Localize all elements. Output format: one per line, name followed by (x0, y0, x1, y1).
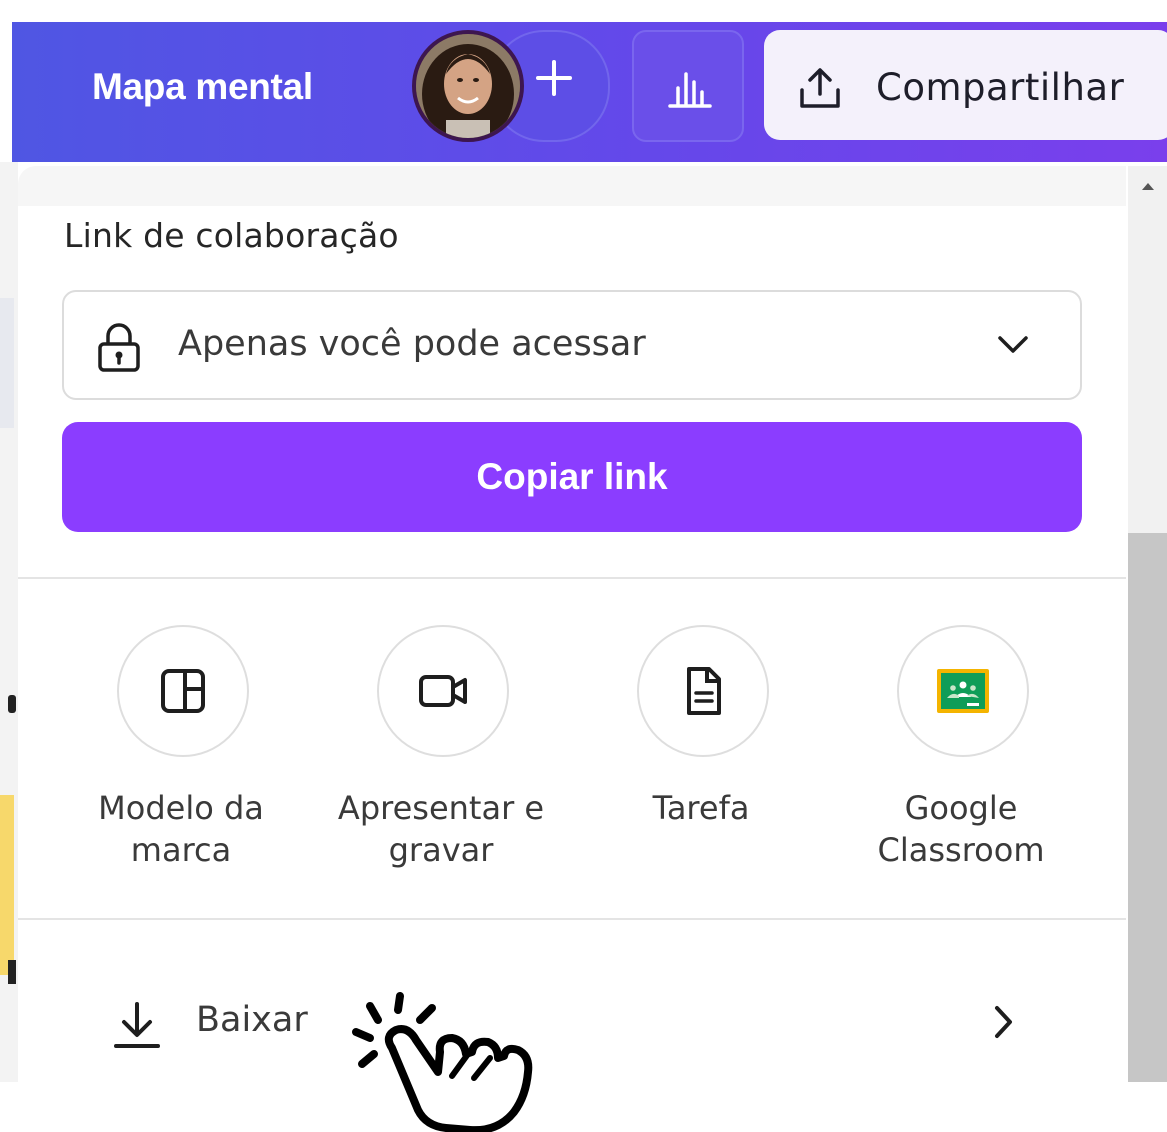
lock-icon (98, 323, 140, 372)
canvas-edge-element (8, 960, 16, 984)
canvas-edge-element (0, 298, 14, 428)
google-classroom-icon (937, 669, 989, 713)
plus-icon (536, 60, 572, 96)
collaboration-link-title: Link de colaboração (64, 216, 399, 255)
brand-template-icon (161, 669, 205, 713)
download-icon (114, 1002, 160, 1048)
canvas-edge-element (8, 695, 16, 713)
section-divider (18, 918, 1126, 920)
upload-share-icon (800, 68, 840, 108)
share-option-label: Google Classroom (877, 789, 1045, 869)
share-option-circle[interactable] (637, 625, 769, 757)
canvas-edge-element (0, 795, 14, 975)
link-access-value: Apenas você pode acessar (178, 324, 646, 364)
bar-chart-icon (668, 72, 712, 108)
user-avatar[interactable] (412, 30, 524, 142)
download-row[interactable]: Baixar (18, 980, 1126, 1064)
share-option-circle[interactable] (117, 625, 249, 757)
share-button[interactable]: Compartilhar (764, 30, 1167, 140)
link-access-select[interactable]: Apenas você pode acessar (62, 290, 1082, 400)
share-option-circle[interactable] (377, 625, 509, 757)
share-option-label: Modelo da marca (98, 789, 264, 869)
scroll-up-arrow-icon[interactable] (1140, 180, 1156, 192)
panel-scrollbar-thumb[interactable] (1128, 533, 1167, 1082)
section-divider (18, 577, 1126, 579)
download-label: Baixar (196, 1000, 308, 1040)
pointing-hand-icon (352, 992, 533, 1132)
video-camera-icon (419, 675, 467, 707)
share-button-label: Compartilhar (876, 66, 1125, 109)
share-option-label: Apresentar e gravar (337, 789, 545, 869)
copy-link-button[interactable]: Copiar link (62, 422, 1082, 532)
document-title[interactable]: Mapa mental (92, 66, 313, 108)
document-icon (687, 667, 721, 715)
avatar-photo (416, 34, 520, 138)
chevron-down-icon (998, 336, 1028, 353)
share-option-circle[interactable] (897, 625, 1029, 757)
bottom-blank-area (0, 1082, 1167, 1130)
insights-button[interactable] (632, 30, 744, 142)
share-panel-header-strip (18, 166, 1126, 206)
share-option-label: Tarefa (652, 789, 750, 827)
chevron-right-icon (995, 1006, 1012, 1038)
